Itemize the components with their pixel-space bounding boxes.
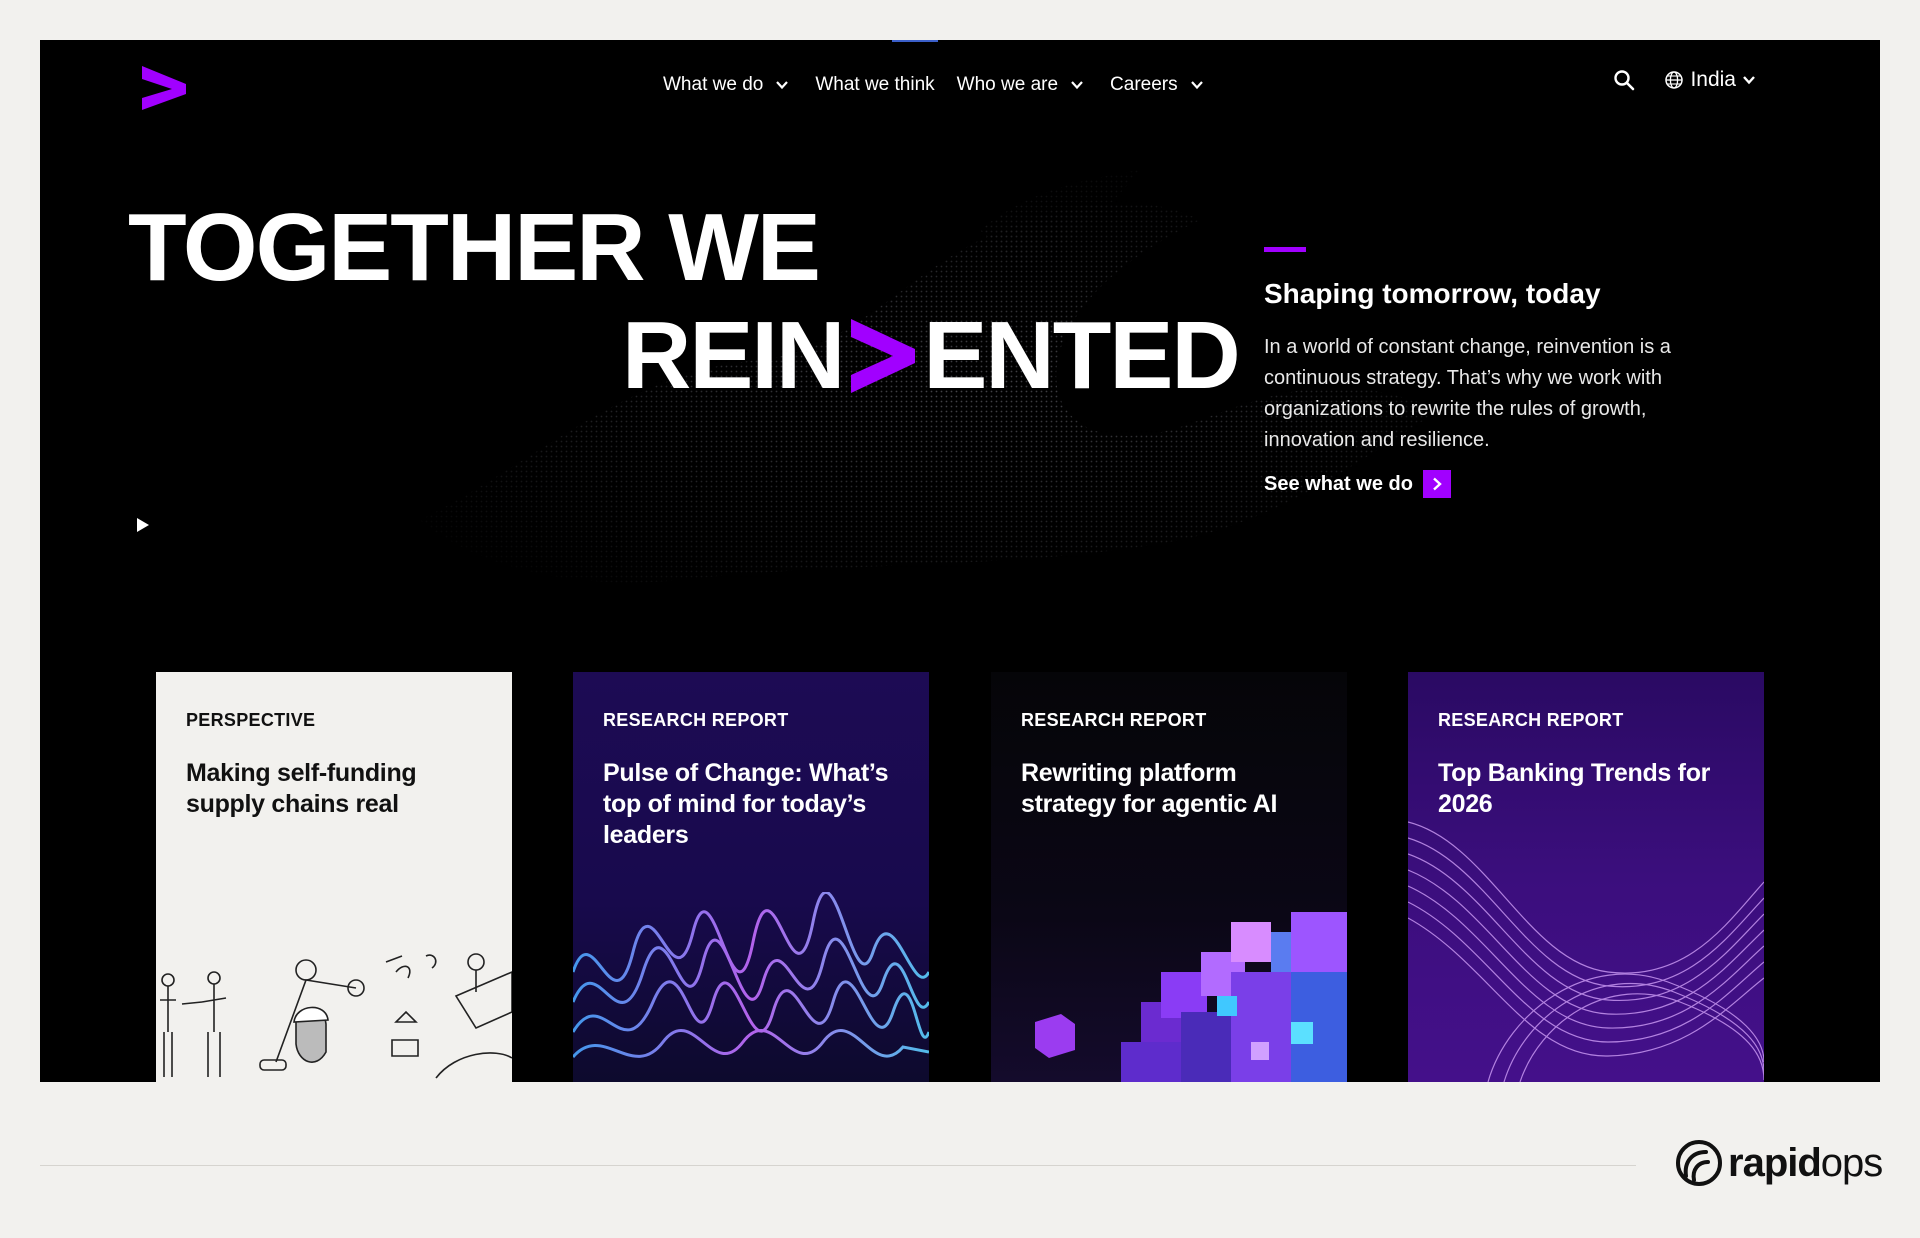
hero-headline-line2: REIN ENTED [622,302,1241,409]
supply-chain-illustration [160,953,512,1079]
wave-lines-illustration [573,892,929,1058]
cubes-illustration [1035,912,1347,1082]
hero-description: In a world of constant change, reinventi… [1264,336,1671,451]
card-tag: RESEARCH REPORT [603,710,789,730]
brand-name-bold: rapid [1728,1140,1822,1185]
card-title: Pulse of Change: What’s top of mind for … [603,759,889,849]
card-perspective[interactable]: PERSPECTIVE Making self-funding supply c… [156,672,512,1082]
card-title: Making self-funding supply chains real [186,759,417,818]
chevron-right-icon [1433,477,1442,491]
utility-nav: India [1612,68,1756,92]
chevron-down-icon [776,81,789,90]
country-selector[interactable]: India [1664,68,1756,92]
brand-name-light: ops [1820,1140,1883,1185]
card-tag: RESEARCH REPORT [1021,710,1207,730]
nav-item-what-we-do[interactable]: What we do [663,74,789,96]
main-nav: What we do What we think Who we are Care… [663,70,1230,100]
rapidops-logo: rapid ops [1674,1138,1883,1188]
card-tag: PERSPECTIVE [186,710,316,730]
chevron-right-button [1422,470,1451,498]
see-what-we-do-link[interactable]: See what we do [1264,470,1451,498]
nav-item-label: Careers [1110,74,1178,95]
chevron-down-icon [1190,81,1203,90]
rapidops-mark-icon [1676,1140,1722,1186]
greater-than-logo-icon [851,319,916,393]
browser-viewport: What we do What we think Who we are Care… [40,40,1880,1082]
accent-bar [1264,247,1306,252]
card-tag: RESEARCH REPORT [1438,710,1624,730]
play-icon[interactable] [136,517,150,533]
globe-icon [1665,71,1684,89]
chevron-down-icon [1071,81,1083,90]
logo-icon[interactable] [140,66,188,110]
hero-headline-line1: TOGETHER WE [128,194,821,301]
cta-label: See what we do [1264,472,1413,495]
nav-item-label: What we think [815,74,935,95]
search-icon[interactable] [1612,68,1636,92]
ribbon-illustration [1408,821,1764,1082]
nav-item-who-we-are[interactable]: Who we are [957,74,1084,96]
nav-item-careers[interactable]: Careers [1110,74,1204,96]
nav-item-what-we-think[interactable]: What we think [815,74,934,96]
hero-headline: TOGETHER WE REIN ENTED [128,194,1241,404]
nav-item-label: Who we are [956,74,1059,95]
card-title: Rewriting platform strategy for agentic … [1021,759,1278,818]
chevron-down-icon [1743,76,1755,85]
hero-headline-part1: REIN [622,302,845,409]
card-rewriting-platform-strategy[interactable]: RESEARCH REPORT Rewriting platform strat… [991,672,1347,1082]
nav-item-label: What we do [663,74,764,95]
country-label: India [1690,68,1736,91]
card-pulse-of-change[interactable]: RESEARCH REPORT Pulse of Change: What’s … [573,672,929,1082]
hero-headline-part2: ENTED [923,302,1240,409]
card-top-banking-trends[interactable]: RESEARCH REPORT Top Banking Trends for 2… [1408,672,1764,1082]
footer-divider [40,1165,1636,1166]
hero-subtitle: Shaping tomorrow, today [1264,278,1601,309]
